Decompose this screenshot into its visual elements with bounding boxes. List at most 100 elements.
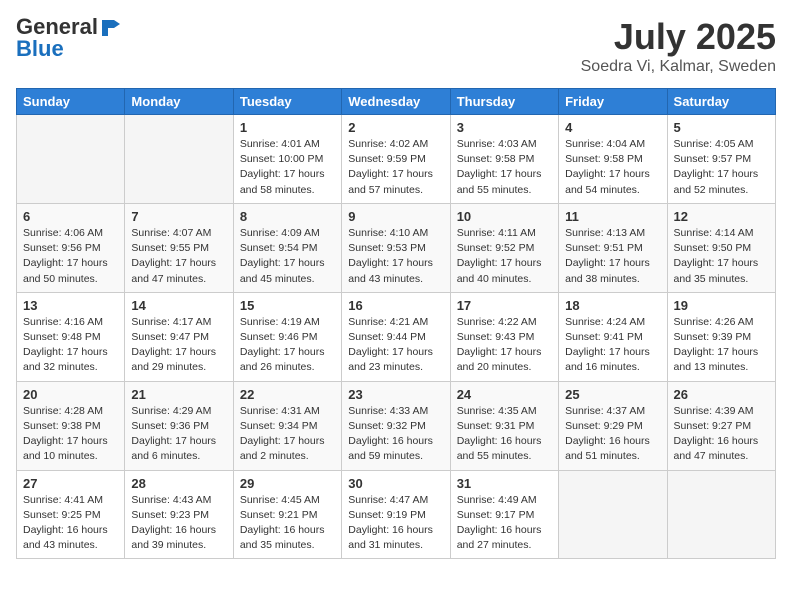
calendar-week-row: 20 Sunrise: 4:28 AM Sunset: 9:38 PM Dayli…	[17, 381, 776, 470]
day-info: Sunrise: 4:21 AM Sunset: 9:44 PM Dayligh…	[348, 315, 443, 376]
calendar-day-cell: 23 Sunrise: 4:33 AM Sunset: 9:32 PM Dayli…	[342, 381, 450, 470]
day-info: Sunrise: 4:43 AM Sunset: 9:23 PM Dayligh…	[131, 493, 226, 554]
day-info: Sunrise: 4:07 AM Sunset: 9:55 PM Dayligh…	[131, 226, 226, 287]
day-number: 28	[131, 476, 226, 491]
calendar-day-cell: 21 Sunrise: 4:29 AM Sunset: 9:36 PM Dayli…	[125, 381, 233, 470]
calendar-day-cell	[667, 470, 775, 559]
day-info: Sunrise: 4:49 AM Sunset: 9:17 PM Dayligh…	[457, 493, 552, 554]
calendar-day-cell: 16Sunrise: 4:21 AM Sunset: 9:44 PM Dayli…	[342, 292, 450, 381]
day-number: 7	[131, 209, 226, 224]
calendar-week-row: 27 Sunrise: 4:41 AM Sunset: 9:25 PM Dayli…	[17, 470, 776, 559]
calendar-day-cell: 19 Sunrise: 4:26 AM Sunset: 9:39 PM Dayli…	[667, 292, 775, 381]
day-number: 8	[240, 209, 335, 224]
day-info: Sunrise: 4:19 AM Sunset: 9:46 PM Dayligh…	[240, 315, 335, 376]
calendar-day-cell: 24Sunrise: 4:35 AM Sunset: 9:31 PM Dayli…	[450, 381, 558, 470]
day-number: 6	[23, 209, 118, 224]
day-number: 17	[457, 298, 552, 313]
logo-flag-icon	[100, 18, 120, 38]
day-info: Sunrise: 4:03 AM Sunset: 9:58 PM Dayligh…	[457, 137, 552, 198]
day-number: 5	[674, 120, 769, 135]
day-info: Sunrise: 4:13 AM Sunset: 9:51 PM Dayligh…	[565, 226, 660, 287]
calendar-day-cell: 22Sunrise: 4:31 AM Sunset: 9:34 PM Dayli…	[233, 381, 341, 470]
calendar-day-cell: 13 Sunrise: 4:16 AM Sunset: 9:48 PM Dayli…	[17, 292, 125, 381]
day-number: 27	[23, 476, 118, 491]
calendar-day-cell: 25Sunrise: 4:37 AM Sunset: 9:29 PM Dayli…	[559, 381, 667, 470]
calendar-header-row: SundayMondayTuesdayWednesdayThursdayFrid…	[17, 89, 776, 115]
day-number: 15	[240, 298, 335, 313]
calendar-day-cell: 11 Sunrise: 4:13 AM Sunset: 9:51 PM Dayli…	[559, 203, 667, 292]
calendar-day-cell	[559, 470, 667, 559]
day-number: 31	[457, 476, 552, 491]
day-number: 19	[674, 298, 769, 313]
calendar-day-cell: 7 Sunrise: 4:07 AM Sunset: 9:55 PM Daylig…	[125, 203, 233, 292]
calendar-day-cell: 26 Sunrise: 4:39 AM Sunset: 9:27 PM Dayli…	[667, 381, 775, 470]
day-number: 23	[348, 387, 443, 402]
calendar-day-cell	[17, 115, 125, 204]
day-info: Sunrise: 4:24 AM Sunset: 9:41 PM Dayligh…	[565, 315, 660, 376]
calendar-day-cell	[125, 115, 233, 204]
calendar-day-cell: 15 Sunrise: 4:19 AM Sunset: 9:46 PM Dayli…	[233, 292, 341, 381]
day-info: Sunrise: 4:09 AM Sunset: 9:54 PM Dayligh…	[240, 226, 335, 287]
day-number: 26	[674, 387, 769, 402]
day-header-monday: Monday	[125, 89, 233, 115]
calendar-day-cell: 31 Sunrise: 4:49 AM Sunset: 9:17 PM Dayli…	[450, 470, 558, 559]
day-number: 22	[240, 387, 335, 402]
calendar-week-row: 6Sunrise: 4:06 AM Sunset: 9:56 PM Daylig…	[17, 203, 776, 292]
day-info: Sunrise: 4:14 AM Sunset: 9:50 PM Dayligh…	[674, 226, 769, 287]
day-info: Sunrise: 4:39 AM Sunset: 9:27 PM Dayligh…	[674, 404, 769, 465]
calendar-day-cell: 8 Sunrise: 4:09 AM Sunset: 9:54 PM Daylig…	[233, 203, 341, 292]
calendar-day-cell: 17 Sunrise: 4:22 AM Sunset: 9:43 PM Dayli…	[450, 292, 558, 381]
calendar-day-cell: 6Sunrise: 4:06 AM Sunset: 9:56 PM Daylig…	[17, 203, 125, 292]
day-number: 29	[240, 476, 335, 491]
day-number: 3	[457, 120, 552, 135]
day-header-friday: Friday	[559, 89, 667, 115]
day-number: 21	[131, 387, 226, 402]
calendar-day-cell: 27 Sunrise: 4:41 AM Sunset: 9:25 PM Dayli…	[17, 470, 125, 559]
location-title: Soedra Vi, Kalmar, Sweden	[581, 58, 776, 76]
calendar-day-cell: 2 Sunrise: 4:02 AM Sunset: 9:59 PM Daylig…	[342, 115, 450, 204]
day-header-sunday: Sunday	[17, 89, 125, 115]
day-info: Sunrise: 4:01 AM Sunset: 10:00 PM Daylig…	[240, 137, 335, 198]
day-number: 11	[565, 209, 660, 224]
title-block: July 2025 Soedra Vi, Kalmar, Sweden	[581, 16, 776, 76]
calendar-table: SundayMondayTuesdayWednesdayThursdayFrid…	[16, 88, 776, 559]
day-header-thursday: Thursday	[450, 89, 558, 115]
day-number: 30	[348, 476, 443, 491]
day-info: Sunrise: 4:22 AM Sunset: 9:43 PM Dayligh…	[457, 315, 552, 376]
logo-combined: General	[16, 16, 120, 38]
day-info: Sunrise: 4:47 AM Sunset: 9:19 PM Dayligh…	[348, 493, 443, 554]
day-info: Sunrise: 4:29 AM Sunset: 9:36 PM Dayligh…	[131, 404, 226, 465]
day-number: 18	[565, 298, 660, 313]
logo-blue-label: Blue	[16, 38, 120, 60]
day-header-wednesday: Wednesday	[342, 89, 450, 115]
day-number: 25	[565, 387, 660, 402]
logo: General Blue	[16, 16, 120, 60]
day-number: 1	[240, 120, 335, 135]
day-number: 14	[131, 298, 226, 313]
day-number: 13	[23, 298, 118, 313]
day-info: Sunrise: 4:33 AM Sunset: 9:32 PM Dayligh…	[348, 404, 443, 465]
calendar-day-cell: 4Sunrise: 4:04 AM Sunset: 9:58 PM Daylig…	[559, 115, 667, 204]
calendar-week-row: 1 Sunrise: 4:01 AM Sunset: 10:00 PM Dayli…	[17, 115, 776, 204]
day-info: Sunrise: 4:26 AM Sunset: 9:39 PM Dayligh…	[674, 315, 769, 376]
day-info: Sunrise: 4:02 AM Sunset: 9:59 PM Dayligh…	[348, 137, 443, 198]
day-info: Sunrise: 4:28 AM Sunset: 9:38 PM Dayligh…	[23, 404, 118, 465]
day-number: 20	[23, 387, 118, 402]
day-header-tuesday: Tuesday	[233, 89, 341, 115]
calendar-day-cell: 20 Sunrise: 4:28 AM Sunset: 9:38 PM Dayli…	[17, 381, 125, 470]
calendar-week-row: 13 Sunrise: 4:16 AM Sunset: 9:48 PM Dayli…	[17, 292, 776, 381]
day-number: 12	[674, 209, 769, 224]
calendar-day-cell: 3 Sunrise: 4:03 AM Sunset: 9:58 PM Daylig…	[450, 115, 558, 204]
calendar-day-cell: 9Sunrise: 4:10 AM Sunset: 9:53 PM Daylig…	[342, 203, 450, 292]
day-number: 2	[348, 120, 443, 135]
calendar-day-cell: 28 Sunrise: 4:43 AM Sunset: 9:23 PM Dayli…	[125, 470, 233, 559]
calendar-day-cell: 5Sunrise: 4:05 AM Sunset: 9:57 PM Daylig…	[667, 115, 775, 204]
day-header-saturday: Saturday	[667, 89, 775, 115]
day-info: Sunrise: 4:10 AM Sunset: 9:53 PM Dayligh…	[348, 226, 443, 287]
calendar-day-cell: 14Sunrise: 4:17 AM Sunset: 9:47 PM Dayli…	[125, 292, 233, 381]
calendar-day-cell: 30 Sunrise: 4:47 AM Sunset: 9:19 PM Dayli…	[342, 470, 450, 559]
day-info: Sunrise: 4:41 AM Sunset: 9:25 PM Dayligh…	[23, 493, 118, 554]
calendar-day-cell: 12 Sunrise: 4:14 AM Sunset: 9:50 PM Dayli…	[667, 203, 775, 292]
day-info: Sunrise: 4:11 AM Sunset: 9:52 PM Dayligh…	[457, 226, 552, 287]
day-info: Sunrise: 4:16 AM Sunset: 9:48 PM Dayligh…	[23, 315, 118, 376]
